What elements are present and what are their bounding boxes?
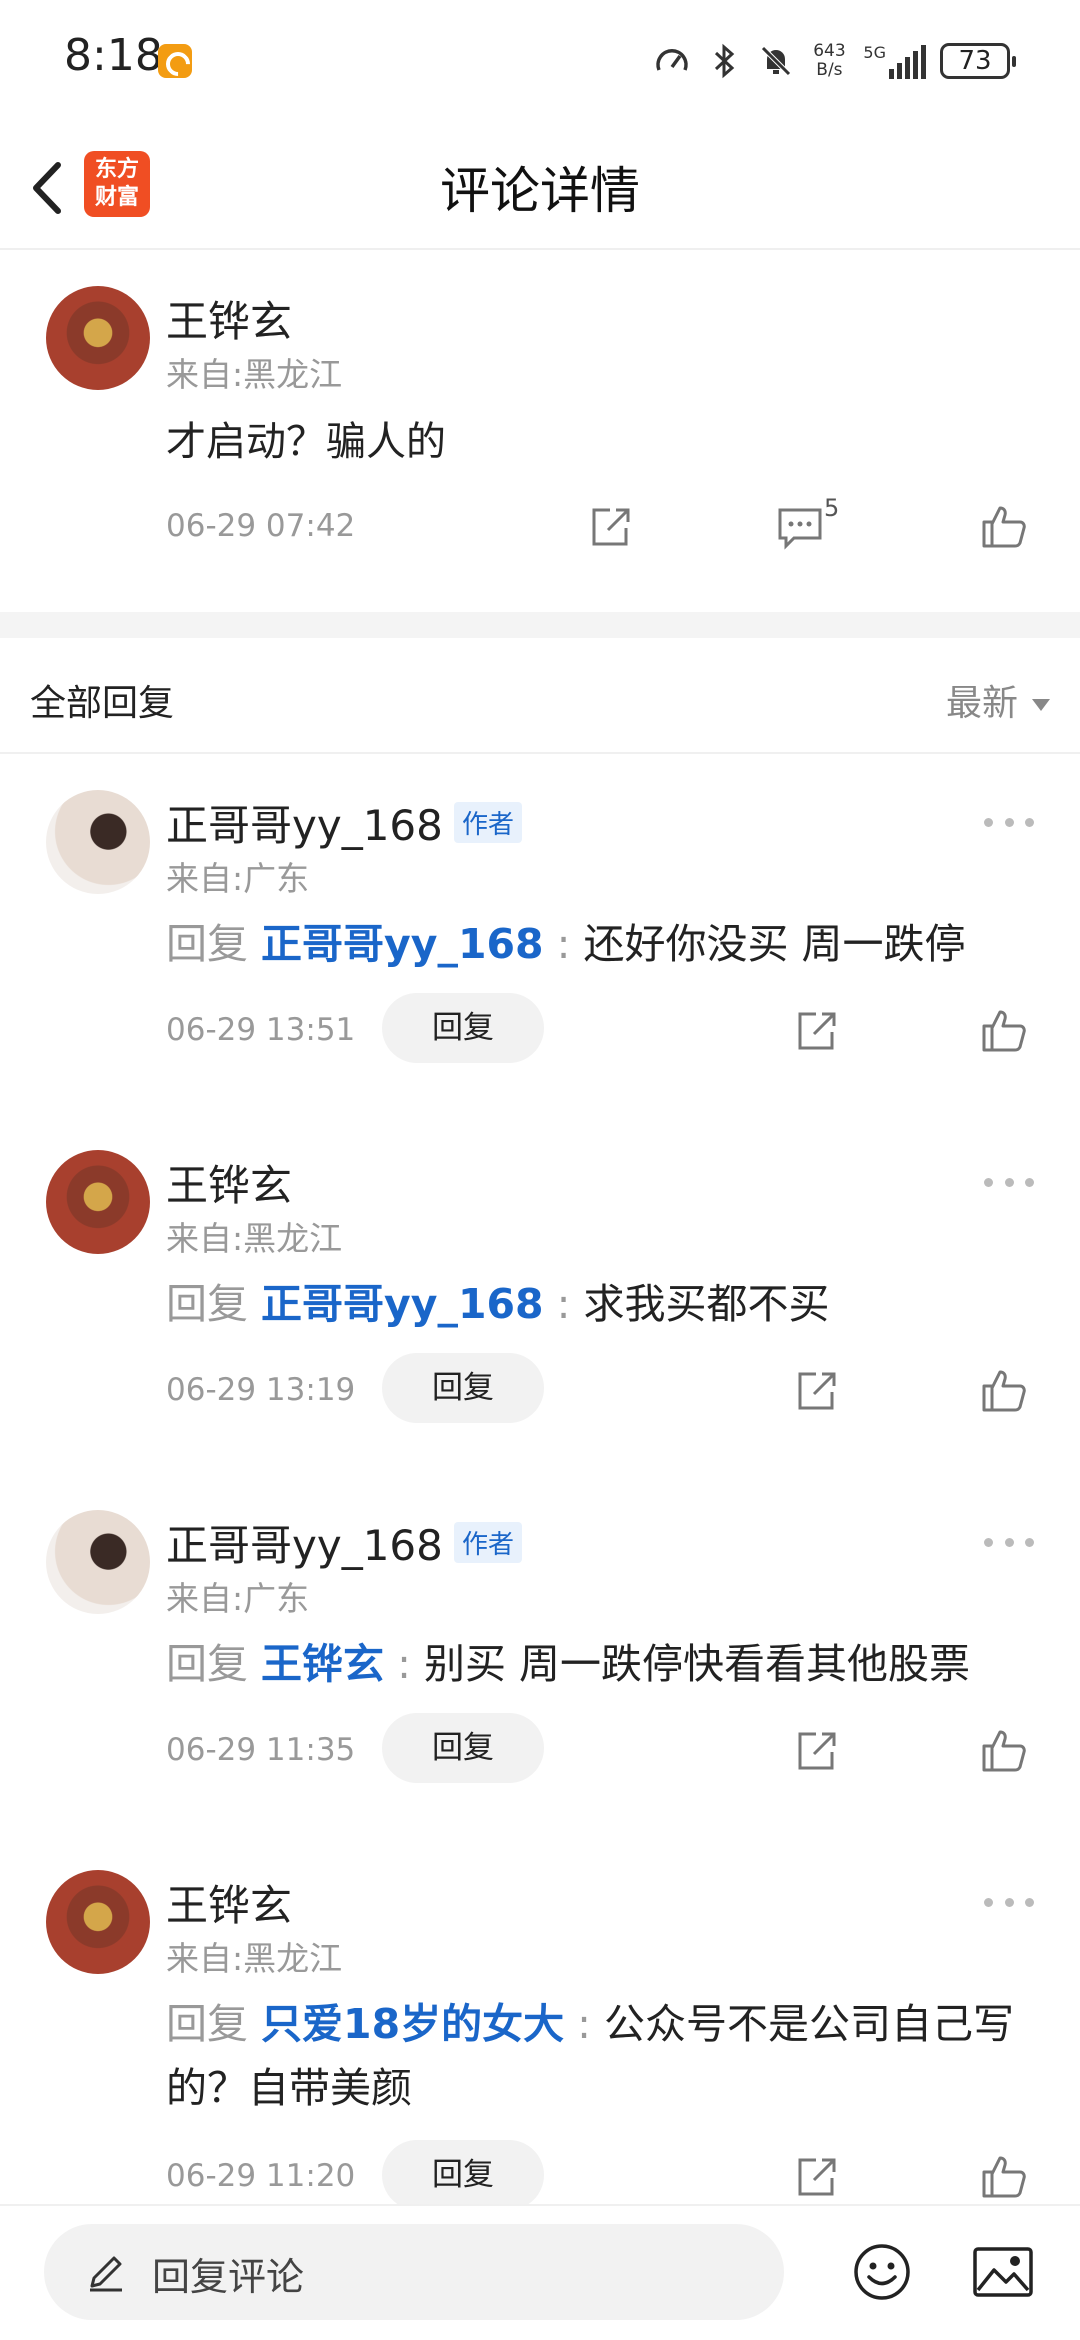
reply-author[interactable]: 正哥哥yy_168 — [166, 1512, 443, 1573]
share-icon[interactable] — [792, 1366, 840, 1414]
emoji-icon[interactable] — [852, 2242, 912, 2302]
comment-icon[interactable] — [776, 502, 824, 550]
reply-comment-input[interactable]: 回复评论 — [44, 2224, 784, 2320]
avatar[interactable] — [46, 1510, 150, 1614]
pencil-icon — [90, 2256, 122, 2292]
author-tag: 作者 — [454, 802, 523, 843]
share-icon[interactable] — [792, 1726, 840, 1774]
comment-time: 06-29 07:42 — [166, 508, 356, 544]
image-icon[interactable] — [972, 2246, 1034, 2298]
status-bar: 8:18 643 B/s 5G 73 — [0, 0, 1080, 125]
reply-time: 06-29 13:19 — [166, 1372, 356, 1408]
page-header: 东方 财富 评论详情 — [0, 125, 1080, 250]
sort-label: 最新 — [945, 683, 1018, 724]
reply-location: 来自:广东 — [166, 1579, 310, 1618]
caret-down-icon — [1032, 699, 1050, 711]
reply-button[interactable]: 回复 — [382, 1713, 544, 1783]
more-dots-icon[interactable] — [984, 1898, 1034, 1910]
thumbs-up-icon[interactable] — [980, 502, 1028, 550]
comment-location: 来自:黑龙江 — [166, 355, 343, 394]
reply-prefix: 回复 — [166, 1280, 248, 1328]
speedometer-icon — [656, 49, 689, 71]
reply-separator: : — [556, 920, 571, 968]
reply-target-link[interactable]: 王铧玄 — [261, 1640, 384, 1688]
thumbs-up-icon[interactable] — [980, 1006, 1028, 1054]
reply-prefix: 回复 — [166, 2000, 248, 2048]
reply-author[interactable]: 王铧玄 — [166, 1152, 292, 1213]
reply-comment-placeholder: 回复评论 — [152, 2255, 305, 2299]
more-dots-icon[interactable] — [984, 1178, 1034, 1190]
reply-item: 正哥哥yy_168 作者 来自:广东 回复 王铧玄 : 别买 周一跌停快看看其他… — [0, 1476, 1080, 1836]
reply-time: 06-29 11:20 — [166, 2158, 356, 2194]
status-time: 8:18 — [64, 30, 163, 81]
reply-text: 回复 只爱18岁的女大 : 公众号不是公司自己写的？自带美颜 — [166, 1992, 1050, 2120]
bell-off-icon — [761, 46, 792, 76]
app-notification-icon — [158, 44, 192, 78]
reply-location: 来自:黑龙江 — [166, 1939, 343, 1978]
reply-prefix: 回复 — [166, 1640, 248, 1688]
bluetooth-icon — [715, 43, 735, 79]
reply-separator: : — [556, 1280, 571, 1328]
replies-title: 全部回复 — [30, 683, 175, 724]
avatar[interactable] — [46, 1870, 150, 1974]
reply-button[interactable]: 回复 — [382, 1353, 544, 1423]
reply-author[interactable]: 王铧玄 — [166, 1872, 292, 1933]
reply-item: 王铧玄 来自:黑龙江 回复 正哥哥yy_168 : 求我买都不买 06-29 1… — [0, 1116, 1080, 1476]
reply-location: 来自:广东 — [166, 859, 310, 898]
reply-body: 别买 周一跌停快看看其他股票 — [423, 1640, 971, 1688]
reply-time: 06-29 13:51 — [166, 1012, 356, 1048]
page-title: 评论详情 — [440, 162, 640, 220]
reply-target-link[interactable]: 只爱18岁的女大 — [261, 2000, 564, 2048]
author-tag: 作者 — [454, 1522, 523, 1563]
main-comment: 王铧玄 来自:黑龙江 才启动？骗人的 06-29 07:42 5 — [0, 252, 1080, 612]
reply-body: 求我买都不买 — [583, 1280, 830, 1328]
share-icon[interactable] — [792, 2152, 840, 2200]
bottom-bar: 回复评论 — [0, 2204, 1080, 2340]
reply-separator: : — [577, 2000, 591, 2048]
comment-author[interactable]: 王铧玄 — [166, 288, 292, 349]
reply-text: 回复 王铧玄 : 别买 周一跌停快看看其他股票 — [166, 1632, 1050, 1696]
share-icon[interactable] — [792, 1006, 840, 1054]
reply-prefix: 回复 — [166, 920, 248, 968]
share-icon[interactable] — [586, 502, 634, 550]
reply-time: 06-29 11:35 — [166, 1732, 356, 1768]
avatar[interactable] — [46, 790, 150, 894]
reply-text: 回复 正哥哥yy_168 : 求我买都不买 — [166, 1272, 1050, 1336]
thumbs-up-icon[interactable] — [980, 2152, 1028, 2200]
reply-item: 王铧玄 来自:黑龙江 回复 只爱18岁的女大 : 公众号不是公司自己写的？自带美… — [0, 1836, 1080, 2210]
net-speed-unit: B/s — [816, 60, 843, 80]
net-speed: 643 B/s — [809, 42, 849, 80]
reply-item: 正哥哥yy_168 作者 来自:广东 回复 正哥哥yy_168 : 还好你没买 … — [0, 756, 1080, 1116]
reply-author[interactable]: 正哥哥yy_168 — [166, 792, 443, 853]
reply-target-link[interactable]: 正哥哥yy_168 — [261, 920, 544, 968]
reply-location: 来自:黑龙江 — [166, 1219, 343, 1258]
reply-text: 回复 正哥哥yy_168 : 还好你没买 周一跌停 — [166, 912, 1050, 976]
reply-button[interactable]: 回复 — [382, 993, 544, 1063]
thumbs-up-icon[interactable] — [980, 1726, 1028, 1774]
reply-button[interactable]: 回复 — [382, 2140, 544, 2210]
more-dots-icon[interactable] — [984, 1538, 1034, 1550]
reply-separator: : — [397, 1640, 411, 1688]
battery-indicator: 73 — [940, 43, 1016, 79]
sort-dropdown[interactable]: 最新 — [946, 674, 1050, 726]
reply-body: 还好你没买 周一跌停 — [583, 920, 966, 968]
comment-text: 才启动？骗人的 — [166, 419, 446, 465]
more-dots-icon[interactable] — [984, 818, 1034, 830]
replies-header: 全部回复 最新 — [0, 638, 1080, 754]
thumbs-up-icon[interactable] — [980, 1366, 1028, 1414]
comment-count-badge: 5 — [824, 494, 840, 522]
avatar[interactable] — [46, 1150, 150, 1254]
signal-icon: 5G — [863, 43, 926, 79]
reply-target-link[interactable]: 正哥哥yy_168 — [261, 1280, 544, 1328]
avatar[interactable] — [46, 286, 150, 390]
section-divider — [0, 612, 1080, 638]
signal-label: 5G — [863, 43, 886, 62]
net-speed-value: 643 — [813, 41, 846, 61]
